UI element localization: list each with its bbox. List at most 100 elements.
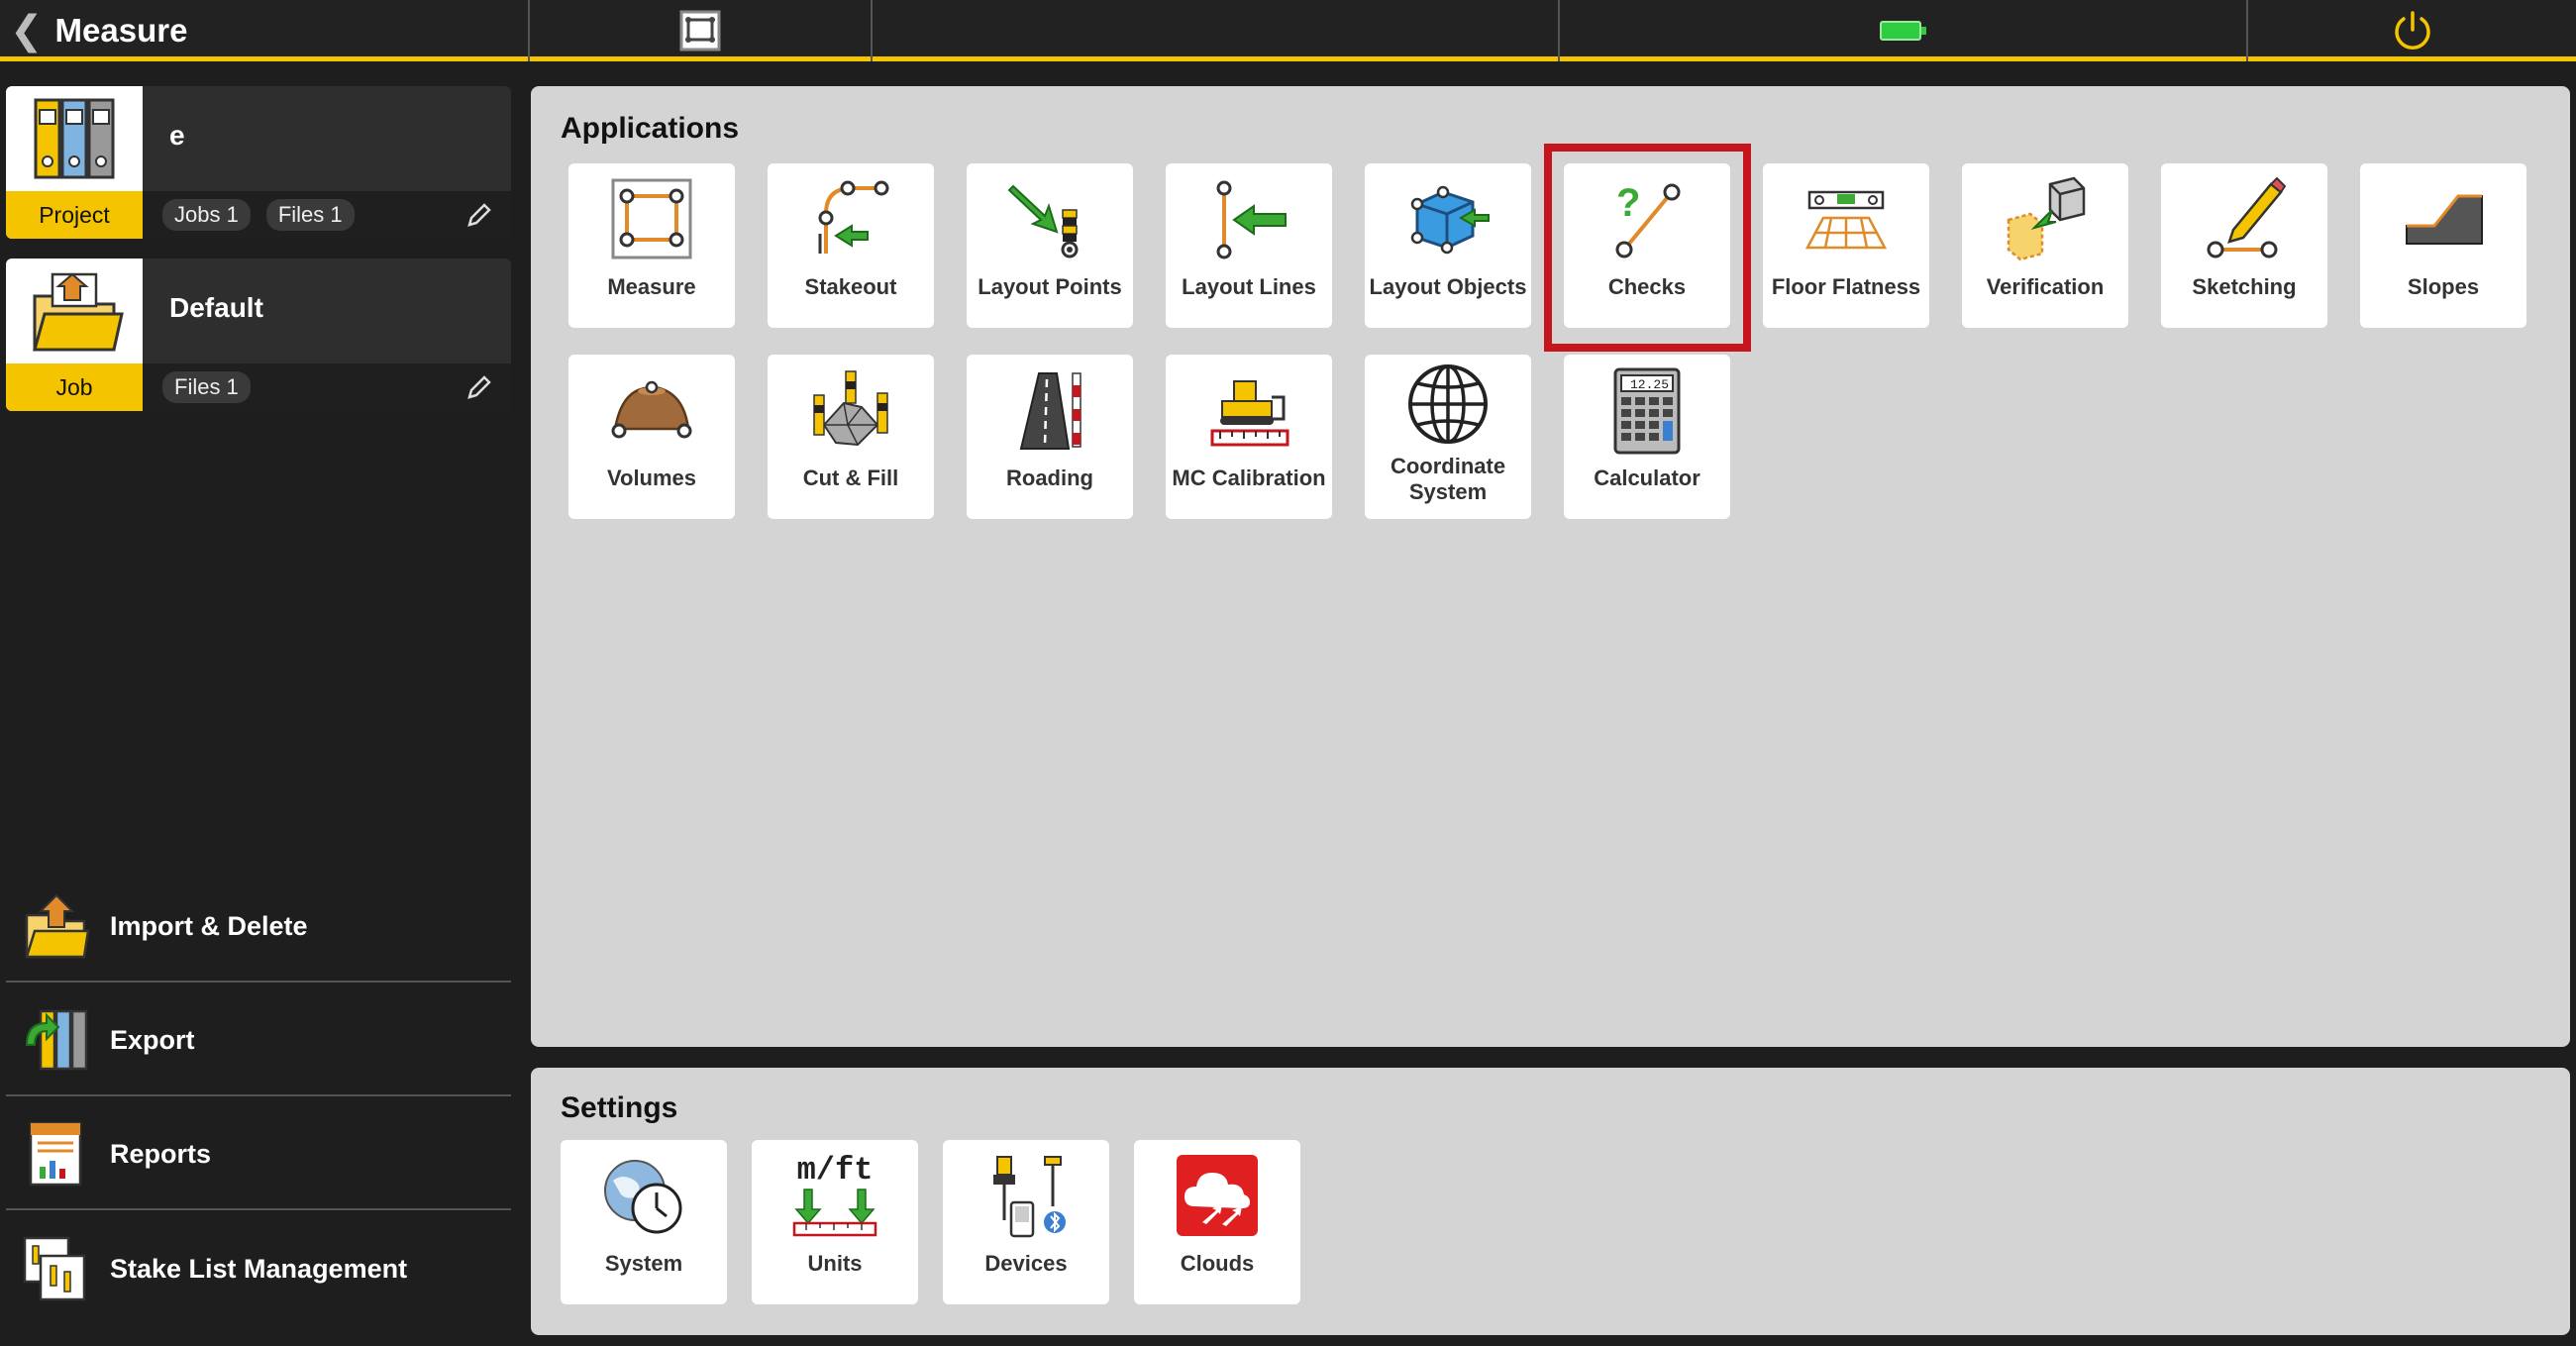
tile-label: Coordinate System xyxy=(1390,454,1506,504)
pencil-icon[interactable] xyxy=(465,201,493,229)
project-label: Project xyxy=(6,191,143,239)
screen-mode-icon xyxy=(679,10,721,52)
import-delete-icon xyxy=(25,893,90,959)
project-thumbnail: Project xyxy=(6,86,143,239)
tile-label: Floor Flatness xyxy=(1771,274,1921,299)
app-tile-coordinate-system[interactable]: Coordinate System xyxy=(1365,355,1531,519)
app-tile-measure[interactable]: Measure xyxy=(568,163,735,328)
job-label: Job xyxy=(6,363,143,411)
app-tile-layout-points[interactable]: Layout Points xyxy=(967,163,1133,328)
system-clock-globe-icon xyxy=(604,1160,682,1234)
side-item-import-delete[interactable]: Import & Delete xyxy=(6,872,511,983)
tile-label: Cut & Fill xyxy=(802,466,899,490)
tile-label: Verification xyxy=(1986,274,2105,299)
calculator-icon: 12.25 xyxy=(1613,367,1681,455)
app-tile-stakeout[interactable]: Stakeout xyxy=(768,163,934,328)
tile-label: Calculator xyxy=(1594,466,1700,490)
side-item-label: Stake List Management xyxy=(110,1253,408,1284)
tile-label: Layout Objects xyxy=(1369,274,1527,299)
project-card[interactable]: Project e Jobs 1 Files 1 xyxy=(6,86,511,239)
files-count-badge: Files 1 xyxy=(265,199,355,231)
battery-status[interactable] xyxy=(1558,0,2246,61)
status-area xyxy=(871,0,1558,61)
page-title: Measure xyxy=(54,12,188,49)
tile-label: Stakeout xyxy=(804,274,897,299)
jobs-count-badge: Jobs 1 xyxy=(162,199,251,231)
tile-label: Checks xyxy=(1607,274,1687,299)
power-button[interactable] xyxy=(2246,0,2576,61)
battery-icon xyxy=(1879,21,1926,41)
job-card[interactable]: Job Default Files 1 xyxy=(6,259,511,411)
side-item-label: Import & Delete xyxy=(110,910,308,941)
roading-icon xyxy=(1019,372,1082,450)
sketching-icon xyxy=(2207,176,2287,259)
layout-objects-icon xyxy=(1410,185,1490,255)
top-bar: ❮ Measure xyxy=(0,0,2576,61)
floor-flatness-icon xyxy=(1804,190,1888,250)
tile-label: Sketching xyxy=(2192,274,2297,299)
settings-title: Settings xyxy=(561,1091,678,1124)
stake-list-icon xyxy=(23,1236,86,1301)
calculator-display: 12.25 xyxy=(1630,377,1669,392)
report-icon xyxy=(29,1121,82,1187)
units-icon-text: m/ft xyxy=(796,1152,874,1189)
cloud-icon xyxy=(1177,1155,1258,1236)
settings-tile-units[interactable]: m/ft Units xyxy=(752,1140,918,1304)
settings-tile-clouds[interactable]: Clouds xyxy=(1134,1140,1300,1304)
volumes-icon xyxy=(611,380,692,439)
devices-icon xyxy=(993,1156,1066,1238)
measure-icon xyxy=(611,178,692,259)
app-tile-checks[interactable]: ? Checks xyxy=(1564,163,1730,328)
app-tile-mc-calibration[interactable]: MC Calibration xyxy=(1166,355,1332,519)
settings-tile-system[interactable]: System xyxy=(561,1140,727,1304)
settings-panel: Settings System m/ft Units Devices Cloud… xyxy=(531,1068,2570,1335)
verification-icon xyxy=(2007,176,2086,261)
side-item-label: Export xyxy=(110,1024,195,1055)
tile-label: Layout Points xyxy=(978,274,1122,299)
app-tile-verification[interactable]: Verification xyxy=(1962,163,2128,328)
folder-icon xyxy=(33,272,124,352)
project-name: e xyxy=(169,120,185,151)
binders-icon xyxy=(34,98,115,179)
tile-label: Units xyxy=(807,1251,863,1276)
checks-icon: ? xyxy=(1615,181,1681,259)
app-tile-floor-flatness[interactable]: Floor Flatness xyxy=(1763,163,1929,328)
pencil-icon[interactable] xyxy=(465,373,493,401)
app-tile-layout-lines[interactable]: Layout Lines xyxy=(1166,163,1332,328)
side-item-stake-list[interactable]: Stake List Management xyxy=(6,1213,511,1324)
tile-label: Roading xyxy=(1006,466,1093,490)
app-tile-volumes[interactable]: Volumes xyxy=(568,355,735,519)
export-icon xyxy=(25,1009,88,1071)
app-tile-roading[interactable]: Roading xyxy=(967,355,1133,519)
tile-label: MC Calibration xyxy=(1172,466,1326,490)
job-name: Default xyxy=(169,292,263,323)
side-item-reports[interactable]: Reports xyxy=(6,1099,511,1210)
tile-label: Layout Lines xyxy=(1182,274,1316,299)
tile-label: System xyxy=(604,1251,683,1276)
layout-points-icon xyxy=(1007,184,1079,259)
app-tile-slopes[interactable]: Slopes xyxy=(2360,163,2526,328)
back-button[interactable]: ❮ Measure xyxy=(0,0,528,61)
mc-calibration-icon xyxy=(1210,380,1289,447)
screen-mode-button[interactable] xyxy=(528,0,871,61)
svg-text:?: ? xyxy=(1616,181,1640,225)
app-tile-sketching[interactable]: Sketching xyxy=(2161,163,2327,328)
app-tile-calculator[interactable]: 12.25 Calculator xyxy=(1564,355,1730,519)
cut-fill-icon xyxy=(813,370,888,447)
globe-icon xyxy=(1408,364,1488,444)
applications-panel: Applications Measure Stakeout Layout Poi… xyxy=(531,86,2570,1047)
chevron-left-icon: ❮ xyxy=(10,9,44,52)
side-item-label: Reports xyxy=(110,1138,212,1169)
layout-lines-icon xyxy=(1216,180,1287,259)
side-item-export[interactable]: Export xyxy=(6,985,511,1096)
tile-label: Slopes xyxy=(2407,274,2480,299)
tile-label: Clouds xyxy=(1180,1251,1255,1276)
power-icon xyxy=(2394,11,2430,50)
app-tile-layout-objects[interactable]: Layout Objects xyxy=(1365,163,1531,328)
job-thumbnail: Job xyxy=(6,259,143,411)
settings-tile-devices[interactable]: Devices xyxy=(943,1140,1109,1304)
files-count-badge: Files 1 xyxy=(162,371,251,403)
app-tile-cut-fill[interactable]: Cut & Fill xyxy=(768,355,934,519)
applications-title: Applications xyxy=(561,112,740,145)
tile-label: Devices xyxy=(984,1251,1068,1276)
